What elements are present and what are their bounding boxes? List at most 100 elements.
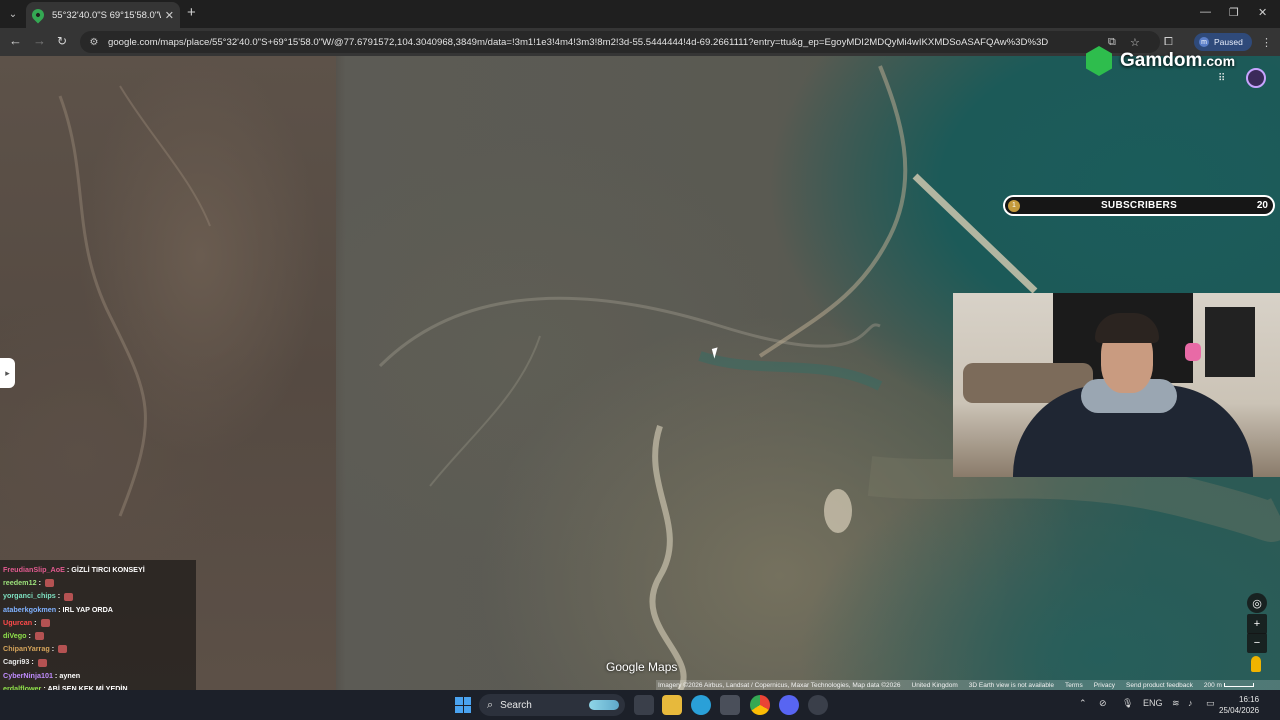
clock-time: 16:16 — [1239, 695, 1260, 704]
start-icon[interactable] — [455, 697, 471, 713]
imagery-credit: Imagery ©2026 Airbus, Landsat / Copernic… — [658, 681, 901, 689]
restore-icon[interactable]: ❐ — [1229, 6, 1239, 19]
emote-icon — [34, 632, 44, 641]
tab-strip: ⌄ 55°32'40.0"S 69°15'58.0"W - Go ✕ + — ❐… — [0, 0, 1280, 28]
taskbar-search[interactable]: ⌕ Search — [479, 694, 625, 716]
file-explorer-icon[interactable] — [662, 695, 682, 715]
sponsor-name: Gamdom — [1120, 50, 1203, 71]
gamdom-logo-icon — [1086, 46, 1112, 76]
screen: ⌄ 55°32'40.0"S 69°15'58.0"W - Go ✕ + — ❐… — [0, 0, 1280, 720]
clock[interactable]: 16:16 25/04/2026 — [1219, 694, 1260, 716]
window-close-icon[interactable]: ✕ — [1258, 6, 1267, 19]
region-label[interactable]: United Kingdom — [912, 682, 958, 689]
chat-message: Cagri93 : — [3, 655, 193, 668]
chat-username[interactable]: Cagri93 — [3, 657, 29, 666]
webcam-streamer-hair — [1095, 313, 1159, 343]
chat-username[interactable]: CyberNinja101 — [3, 671, 53, 680]
privacy-link[interactable]: Privacy — [1094, 682, 1115, 689]
chat-text: IRL YAP ORDA — [62, 604, 113, 614]
scale-label[interactable]: 200 m — [1204, 682, 1254, 689]
network-off-icon[interactable]: ⊘ — [1099, 698, 1107, 709]
chat-username[interactable]: diVego — [3, 631, 27, 640]
chrome-icon[interactable] — [750, 695, 770, 715]
google-maps-logo: Google Maps — [606, 660, 678, 674]
chat-username[interactable]: ataberkgokmen — [3, 605, 56, 614]
reload-icon[interactable]: ↻ — [57, 34, 67, 48]
chat-message: ataberkgokmen : IRL YAP ORDA — [3, 603, 193, 616]
wifi-icon[interactable]: ≋ — [1172, 698, 1180, 709]
chat-text: GİZLİ TIRCI KONSEYİ — [71, 565, 145, 574]
emote-icon — [40, 618, 50, 627]
subscribers-label: SUBSCRIBERS — [1100, 200, 1178, 211]
tab-title: 55°32'40.0"S 69°15'58.0"W - Go — [52, 9, 161, 21]
chat-username[interactable]: Ugurcan — [3, 618, 32, 627]
chat-separator: : — [26, 631, 33, 641]
chat-message: reedem12 : — [3, 576, 193, 589]
app-icon[interactable] — [808, 695, 828, 715]
emote-icon — [58, 645, 68, 654]
account-badge-icon[interactable] — [1246, 68, 1266, 88]
tab-search-icon[interactable]: ⌄ — [4, 5, 22, 23]
zoom-out-button[interactable]: − — [1247, 633, 1267, 653]
scale-bar — [1223, 682, 1254, 687]
search-icon: ⌕ — [487, 698, 494, 711]
tab-close-icon[interactable]: ✕ — [165, 9, 174, 22]
chat-separator: : — [32, 617, 39, 627]
sponsor-logo: Gamdom.com — [1086, 46, 1235, 76]
subscribers-goal-bar: 1 SUBSCRIBERS 20 — [1003, 195, 1275, 216]
forward-icon[interactable]: → — [33, 34, 46, 48]
terms-link[interactable]: Terms — [1065, 682, 1083, 689]
chat-message: FreudianSlip_AoE : GİZLİ TIRCI KONSEYİ — [3, 563, 193, 576]
emote-icon — [64, 592, 74, 601]
back-icon[interactable]: ← — [9, 34, 22, 48]
chat-username[interactable]: reedem12 — [3, 578, 37, 587]
google-maps-favicon-icon — [29, 6, 47, 24]
feedback-link[interactable]: Send product feedback — [1126, 682, 1193, 689]
chat-separator: : — [36, 578, 43, 588]
new-tab-icon[interactable]: + — [187, 5, 196, 21]
menu-icon[interactable]: ⋮ — [1261, 36, 1272, 49]
tray-overflow-icon[interactable]: ⌃ — [1079, 698, 1087, 709]
chat-message: Ugurcan : — [3, 616, 193, 629]
chat-message: ChipanYarrag : — [3, 642, 193, 655]
taskbar-search-label: Search — [500, 699, 532, 711]
webcam-feed — [953, 293, 1280, 477]
chat-separator: : — [55, 591, 63, 601]
url-text: google.com/maps/place/55°32'40.0"S+69°15… — [108, 36, 1049, 48]
webcam-figure — [1185, 343, 1201, 361]
search-highlight-icon — [589, 700, 619, 710]
sponsor-suffix: .com — [1202, 53, 1236, 69]
windows-taskbar: ⌕ Search ⌃ ⊘ 🎙 ENG ≋ ♪ ▭ 16:16 25/04/202… — [0, 690, 1280, 720]
minimize-icon[interactable]: — — [1200, 6, 1211, 18]
site-info-icon[interactable]: ⚙ — [88, 36, 100, 48]
chat-text: aynen — [59, 670, 81, 680]
my-location-icon[interactable]: ◎ — [1247, 593, 1267, 613]
chat-message: CyberNinja101 : aynen — [3, 669, 193, 682]
zoom-in-button[interactable]: + — [1247, 614, 1267, 634]
emote-icon — [44, 579, 54, 588]
address-bar[interactable]: ⚙ google.com/maps/place/55°32'40.0"S+69°… — [80, 31, 1160, 53]
chat-separator: : — [29, 657, 36, 667]
battery-icon[interactable]: ▭ — [1206, 698, 1215, 709]
microphone-icon[interactable]: 🎙 — [1122, 698, 1133, 709]
apps-grid-icon[interactable]: ⠿ — [1218, 73, 1225, 84]
chat-username[interactable]: FreudianSlip_AoE — [3, 565, 65, 574]
volume-icon[interactable]: ♪ — [1188, 698, 1193, 708]
emote-icon — [37, 658, 47, 667]
edge-icon[interactable] — [691, 695, 711, 715]
street-view-pegman-icon[interactable] — [1251, 656, 1261, 672]
map-attribution-bar: Imagery ©2026 Airbus, Landsat / Copernic… — [656, 680, 1280, 690]
earth-view-note: 3D Earth view is not available — [968, 681, 1055, 689]
chat-message: diVego : — [3, 629, 193, 642]
clock-date: 25/04/2026 — [1219, 706, 1260, 715]
tab-active[interactable]: 55°32'40.0"S 69°15'58.0"W - Go ✕ — [26, 2, 180, 28]
store-icon[interactable] — [720, 695, 740, 715]
chat-username[interactable]: yorganci_chips — [3, 591, 56, 600]
expand-side-panel-icon[interactable]: ▸ — [0, 358, 15, 388]
webcam-monitor — [1205, 307, 1255, 377]
chat-message: yorganci_chips : — [3, 589, 193, 602]
language-indicator[interactable]: ENG — [1143, 698, 1163, 708]
task-view-icon[interactable] — [634, 695, 654, 715]
chat-username[interactable]: ChipanYarrag — [3, 644, 50, 653]
discord-icon[interactable] — [779, 695, 799, 715]
